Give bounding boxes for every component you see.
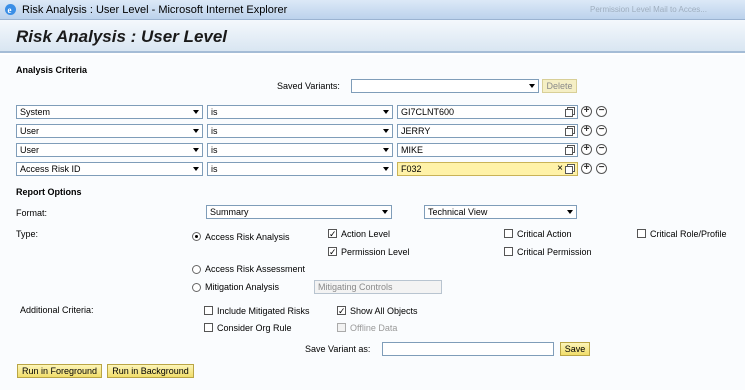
- copy-icon[interactable]: [565, 145, 575, 155]
- save-variant-input[interactable]: [382, 342, 554, 356]
- window-title: Risk Analysis : User Level - Microsoft I…: [22, 4, 288, 16]
- page-title: Risk Analysis : User Level: [16, 27, 228, 46]
- chevron-down-icon: [383, 148, 389, 152]
- add-row-icon[interactable]: +: [581, 163, 592, 174]
- critical-action-checkbox[interactable]: [504, 229, 513, 238]
- consider-org-rule-label: Consider Org Rule: [217, 323, 292, 333]
- chevron-down-icon: [529, 84, 535, 88]
- chevron-down-icon: [383, 110, 389, 114]
- radio-access-risk-analysis[interactable]: [192, 232, 201, 241]
- critical-action-label: Critical Action: [517, 229, 572, 239]
- copy-icon[interactable]: [565, 126, 575, 136]
- criteria-operator-select-2[interactable]: is: [207, 124, 393, 138]
- criteria-operator-select-3[interactable]: is: [207, 143, 393, 157]
- chevron-down-icon: [383, 129, 389, 133]
- radio-mitigation-analysis[interactable]: [192, 283, 201, 292]
- additional-criteria-label: Additional Criteria:: [20, 305, 94, 315]
- chevron-down-icon: [193, 167, 199, 171]
- view-select[interactable]: Technical View: [424, 205, 577, 219]
- copy-icon[interactable]: [565, 107, 575, 117]
- action-level-checkbox[interactable]: ✓: [328, 229, 337, 239]
- run-foreground-button[interactable]: Run in Foreground: [17, 364, 102, 378]
- criteria-value-input-3[interactable]: MIKE: [397, 143, 578, 157]
- chevron-down-icon: [193, 110, 199, 114]
- chevron-down-icon: [383, 167, 389, 171]
- access-risk-analysis-label: Access Risk Analysis: [205, 232, 290, 242]
- show-all-objects-checkbox[interactable]: ✓: [337, 306, 346, 316]
- action-level-label: Action Level: [341, 229, 391, 239]
- analysis-criteria-heading: Analysis Criteria: [16, 65, 88, 75]
- critical-role-profile-checkbox[interactable]: [637, 229, 646, 238]
- criteria-field-select-4[interactable]: Access Risk ID: [16, 162, 203, 176]
- criteria-value-input-1[interactable]: GI7CLNT600: [397, 105, 578, 119]
- save-button[interactable]: Save: [560, 342, 590, 356]
- criteria-operator-select-4[interactable]: is: [207, 162, 393, 176]
- window-titlebar: e Risk Analysis : User Level - Microsoft…: [0, 0, 745, 20]
- report-options-heading: Report Options: [16, 187, 82, 197]
- offline-data-checkbox[interactable]: [337, 323, 346, 332]
- critical-role-profile-label: Critical Role/Profile: [650, 229, 727, 239]
- criteria-field-select-2[interactable]: User: [16, 124, 203, 138]
- save-variant-label: Save Variant as:: [305, 344, 371, 354]
- mitigating-controls-input[interactable]: Mitigating Controls: [314, 280, 442, 294]
- chevron-down-icon: [193, 129, 199, 133]
- remove-row-icon[interactable]: −: [596, 125, 607, 136]
- internet-explorer-icon: e: [5, 4, 16, 15]
- critical-permission-label: Critical Permission: [517, 247, 592, 257]
- offline-data-label: Offline Data: [350, 323, 398, 333]
- remove-row-icon[interactable]: −: [596, 163, 607, 174]
- add-row-icon[interactable]: +: [581, 125, 592, 136]
- criteria-operator-select-1[interactable]: is: [207, 105, 393, 119]
- saved-variants-select[interactable]: [351, 79, 539, 93]
- chevron-down-icon: [382, 210, 388, 214]
- copy-icon[interactable]: [565, 164, 575, 174]
- access-risk-assessment-label: Access Risk Assessment: [205, 264, 306, 274]
- svg-text:e: e: [8, 5, 12, 15]
- chevron-down-icon: [193, 148, 199, 152]
- format-select[interactable]: Summary: [206, 205, 392, 219]
- show-all-objects-label: Show All Objects: [350, 306, 418, 316]
- type-label: Type:: [16, 229, 39, 239]
- delete-button[interactable]: Delete: [542, 79, 577, 93]
- page-header: Risk Analysis : User Level: [0, 20, 745, 53]
- include-mitigated-checkbox[interactable]: [204, 306, 213, 315]
- criteria-value-input-4[interactable]: F032 ×: [397, 162, 578, 176]
- format-label: Format:: [16, 208, 48, 218]
- chevron-down-icon: [567, 210, 573, 214]
- saved-variants-label: Saved Variants:: [277, 81, 340, 91]
- add-row-icon[interactable]: +: [581, 144, 592, 155]
- criteria-field-select-1[interactable]: System: [16, 105, 203, 119]
- remove-row-icon[interactable]: −: [596, 106, 607, 117]
- include-mitigated-label: Include Mitigated Risks: [217, 306, 310, 316]
- mitigation-analysis-label: Mitigation Analysis: [205, 282, 280, 292]
- add-row-icon[interactable]: +: [581, 106, 592, 117]
- main-content: Analysis Criteria Saved Variants: Delete…: [0, 55, 745, 390]
- run-background-button[interactable]: Run in Background: [107, 364, 194, 378]
- permission-level-checkbox[interactable]: ✓: [328, 247, 337, 257]
- permission-level-label: Permission Level: [341, 247, 410, 257]
- criteria-field-select-3[interactable]: User: [16, 143, 203, 157]
- radio-access-risk-assessment[interactable]: [192, 265, 201, 274]
- window-right-text: Permission Level Mail to Acces...: [590, 5, 707, 14]
- clear-icon[interactable]: ×: [557, 164, 563, 174]
- consider-org-rule-checkbox[interactable]: [204, 323, 213, 332]
- critical-permission-checkbox[interactable]: [504, 247, 513, 256]
- remove-row-icon[interactable]: −: [596, 144, 607, 155]
- criteria-value-input-2[interactable]: JERRY: [397, 124, 578, 138]
